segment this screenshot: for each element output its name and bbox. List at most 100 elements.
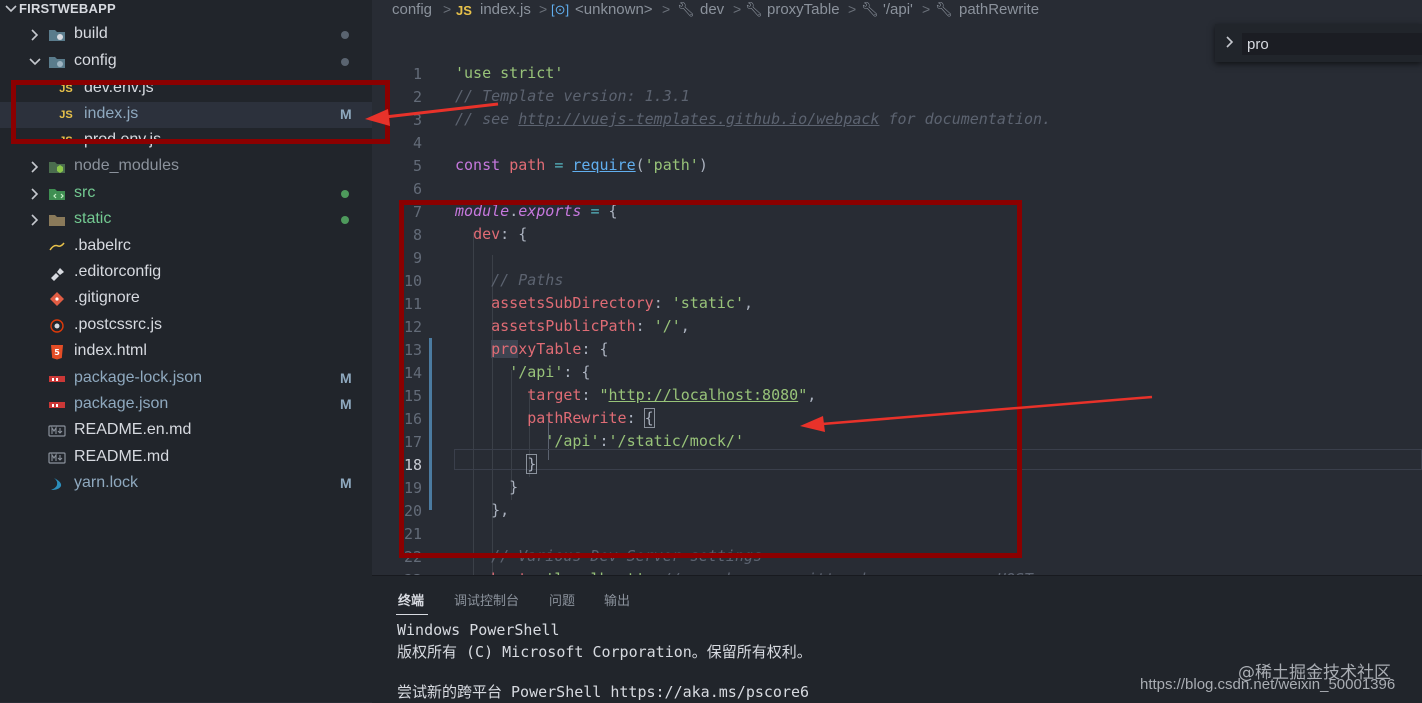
code-line: 3 // see http://vuejs-templates.github.i… [372, 108, 1422, 131]
tree-item-postcssrc-js[interactable]: .postcssrc.js [0, 313, 372, 339]
git-modified-badge: M [340, 370, 352, 386]
tree-item-label: .editorconfig [74, 263, 162, 280]
svg-text:5: 5 [54, 348, 60, 357]
tree-item-package-json[interactable]: package.json M [0, 392, 372, 418]
line-number: 1 [412, 65, 422, 83]
tab-terminal[interactable]: 终端 [398, 590, 424, 609]
code-line: 2 // Template version: 1.3.1 [372, 85, 1422, 108]
chevron-down-icon [5, 5, 17, 13]
bottom-panel: 终端 调试控制台 问题 输出 Windows PowerShell 版权所有 (… [372, 575, 1422, 703]
breadcrumb-item-dev[interactable]: dev [700, 1, 724, 18]
breadcrumb-item-proxytable[interactable]: proxyTable [767, 1, 840, 18]
chevron-right-icon [31, 29, 39, 41]
wrench-icon: 🔧︎ [745, 1, 763, 17]
breadcrumb-item-file[interactable]: index.js [480, 1, 531, 18]
tree-item-config[interactable]: config [0, 49, 372, 75]
code-text: // Template version: 1.3.1 [455, 87, 690, 105]
tree-item-label: src [74, 184, 96, 201]
tree-item-node-modules[interactable]: node_modules [0, 154, 372, 180]
tab-problems[interactable]: 问题 [549, 590, 575, 609]
chevron-right-icon [31, 214, 39, 226]
line-number: 6 [412, 180, 422, 198]
tree-item-label: .gitignore [74, 289, 140, 306]
wrench-icon: 🔧︎ [935, 1, 953, 17]
tree-item-label: node_modules [74, 157, 179, 174]
chevron-right-icon: > [848, 1, 857, 17]
breadcrumb-item-unknown[interactable]: <unknown> [575, 1, 653, 18]
tree-item-build[interactable]: build [0, 22, 372, 48]
folder-static-icon [49, 215, 65, 226]
html-file-icon: 5 [51, 345, 63, 360]
chevron-right-icon: > [922, 1, 931, 17]
tree-item-readme-md[interactable]: README.md [0, 445, 372, 471]
breadcrumb-item-config[interactable]: config [392, 1, 432, 18]
folder-node-icon [49, 162, 65, 173]
chevron-right-icon: > [443, 1, 452, 17]
line-number: 3 [412, 111, 422, 129]
csdn-watermark: https://blog.csdn.net/weixin_50001396 [1140, 676, 1396, 693]
active-tab-indicator [396, 614, 428, 615]
chevron-right-icon [31, 161, 39, 173]
chevron-right-icon: > [539, 1, 548, 17]
tree-item-src[interactable]: src [0, 181, 372, 207]
folder-config-icon [49, 57, 65, 68]
tree-item-readme-en-md[interactable]: README.en.md [0, 418, 372, 444]
tab-debug-console[interactable]: 调试控制台 [454, 590, 519, 609]
tree-item-label: package.json [74, 395, 169, 412]
markdown-file-icon [48, 425, 66, 437]
git-status-dot [341, 31, 349, 39]
tree-item-yarn-lock[interactable]: yarn.lock M [0, 471, 372, 497]
code-link[interactable]: http://vuejs-templates.github.io/webpack [518, 110, 879, 128]
tab-output[interactable]: 输出 [604, 590, 630, 609]
tree-item-label: static [74, 210, 112, 227]
folder-src-icon [49, 189, 65, 200]
module-symbol-icon: [⊙] [551, 2, 570, 17]
terminal-line: 版权所有 (C) Microsoft Corporation。保留所有权利。 [397, 643, 812, 661]
code-line: 4 [372, 131, 1422, 154]
code-line: 5 const path = require('path') [372, 154, 1422, 177]
line-number: 2 [412, 88, 422, 106]
tree-item-editorconfig[interactable]: .editorconfig [0, 260, 372, 286]
line-number: 4 [412, 134, 422, 152]
git-status-dot [341, 58, 349, 66]
code-text: 'use strict' [455, 64, 564, 82]
find-input[interactable]: pro [1242, 33, 1422, 55]
git-file-icon [50, 292, 64, 306]
line-number: 5 [412, 157, 422, 175]
tree-item-index-html[interactable]: 5 index.html [0, 339, 372, 365]
tree-item-label: README.md [74, 448, 170, 465]
code-text: const path = require('path') [455, 156, 708, 174]
tree-item-babelrc[interactable]: .babelrc [0, 234, 372, 260]
js-file-icon: JS [456, 3, 472, 18]
git-modified-badge: M [340, 396, 352, 412]
tree-item-label: index.html [74, 342, 147, 359]
annotation-box-index-js [11, 80, 390, 144]
breadcrumb-item-api[interactable]: '/api' [883, 1, 913, 18]
code-line: 23 host: 'localhost', // can be overwrit… [372, 568, 1422, 575]
chevron-right-icon: > [733, 1, 742, 17]
chevron-right-icon [31, 188, 39, 200]
chevron-right-icon[interactable] [1223, 35, 1237, 49]
npm-file-icon [49, 402, 65, 408]
tree-item-label: .babelrc [74, 237, 131, 254]
tree-item-label: yarn.lock [74, 474, 139, 491]
tree-item-label: config [74, 52, 117, 69]
tree-item-label: package-lock.json [74, 369, 203, 386]
breadcrumb-item-pathrewrite[interactable]: pathRewrite [959, 1, 1039, 18]
chevron-down-icon [29, 58, 41, 66]
tree-item-gitignore[interactable]: .gitignore [0, 286, 372, 312]
git-status-dot [341, 190, 349, 198]
tree-item-static[interactable]: static [0, 207, 372, 233]
wrench-icon: 🔧︎ [861, 1, 879, 17]
explorer-root-header[interactable]: FIRSTWEBAPP [0, 0, 372, 20]
markdown-file-icon [48, 452, 66, 464]
terminal-line: 尝试新的跨平台 PowerShell https://aka.ms/pscore… [397, 683, 810, 701]
code-text: // see http://vuejs-templates.github.io/… [455, 110, 1052, 128]
chevron-right-icon: > [662, 1, 671, 17]
tree-item-label: build [74, 25, 108, 42]
wrench-icon: 🔧︎ [677, 1, 695, 17]
tree-item-package-lock-json[interactable]: package-lock.json M [0, 366, 372, 392]
explorer-root-title: FIRSTWEBAPP [19, 1, 116, 16]
postcss-file-icon [50, 319, 64, 333]
tree-item-label: .postcssrc.js [74, 316, 163, 333]
